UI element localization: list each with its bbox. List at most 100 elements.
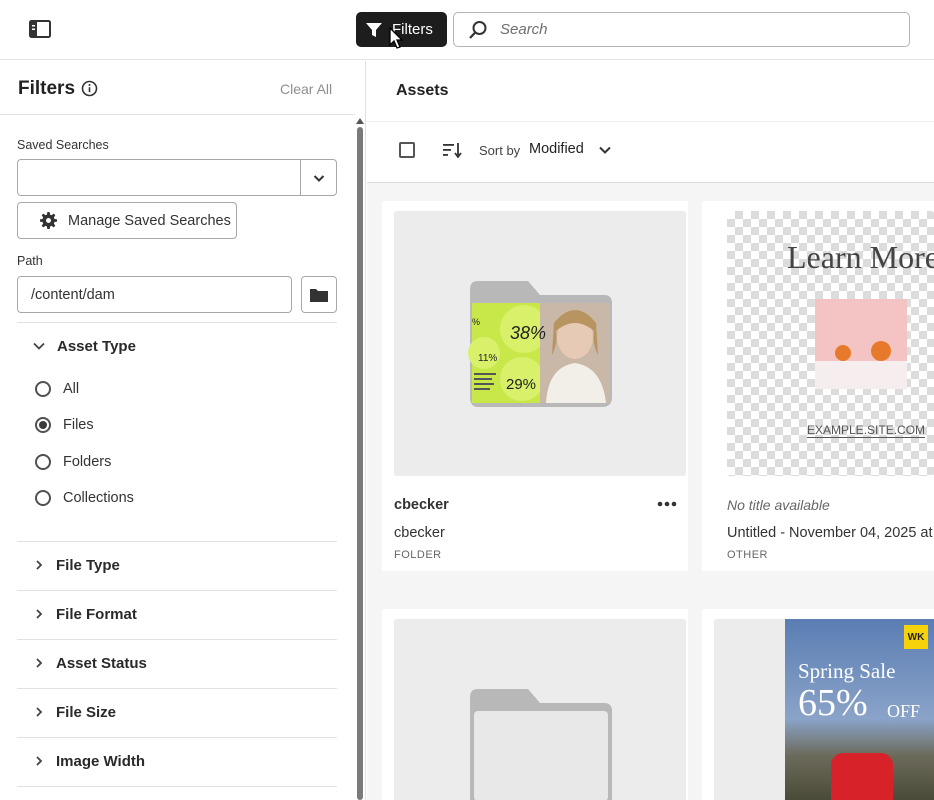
- folder-thumbnail: 38% 11% 29% %: [394, 211, 686, 476]
- image-thumbnail: Learn More: EXAMPLE.SITE.COM: [727, 211, 934, 476]
- asset-card[interactable]: WK Spring Sale 65% OFF: [702, 609, 934, 800]
- radio-folders[interactable]: Folders: [35, 450, 111, 474]
- chevron-right-icon: [36, 560, 43, 570]
- rail-toggle-icon[interactable]: [29, 20, 51, 38]
- percent-text: 11%: [478, 353, 497, 364]
- thumb-headline: Learn More:: [787, 239, 934, 275]
- sort-by-label: Sort by: [479, 143, 521, 158]
- info-icon[interactable]: [81, 80, 98, 97]
- saved-searches-dropdown[interactable]: [17, 159, 337, 196]
- sale-line2: 65%: [798, 682, 868, 724]
- divider: [17, 737, 337, 738]
- asset-status-label: Asset Status: [56, 654, 147, 672]
- radio-label: Collections: [63, 490, 134, 506]
- card-title: No title available: [727, 497, 830, 513]
- asset-grid: 38% 11% 29% % cbecker cbecker FOLDER Lea…: [367, 182, 934, 800]
- file-type-label: File Type: [56, 556, 120, 574]
- chevron-right-icon: [36, 609, 43, 619]
- asset-card[interactable]: Learn More: EXAMPLE.SITE.COM No title av…: [702, 201, 934, 571]
- divider: [17, 786, 337, 787]
- divider: [17, 590, 337, 591]
- card-subtitle: Untitled - November 04, 2025 at 10: [727, 525, 934, 541]
- divider: [17, 541, 337, 542]
- radio-button-selected[interactable]: [35, 417, 51, 433]
- top-bar: Filters: [0, 0, 934, 60]
- sort-field-picker[interactable]: Modified: [529, 141, 584, 157]
- filter-panel-title: Filters: [18, 78, 76, 99]
- asset-type-accordion[interactable]: Asset Type: [17, 324, 337, 368]
- radio-label: All: [63, 381, 80, 397]
- file-format-label: File Format: [56, 605, 137, 623]
- search-field[interactable]: [453, 12, 910, 47]
- sale-line3: OFF: [887, 701, 921, 721]
- select-all-checkbox[interactable]: [399, 142, 415, 158]
- sale-image: WK Spring Sale 65% OFF: [785, 619, 934, 800]
- dropdown-divider: [300, 160, 301, 195]
- page-title: Assets: [396, 82, 449, 99]
- asset-card[interactable]: [382, 609, 688, 800]
- chevron-right-icon: [36, 658, 43, 668]
- filter-panel-header: Filters Clear All: [0, 61, 355, 115]
- percent-text: 29%: [506, 376, 536, 393]
- path-input[interactable]: [17, 276, 292, 313]
- scroll-up-arrow[interactable]: [356, 118, 364, 124]
- asset-type-label: Asset Type: [57, 337, 136, 355]
- chevron-right-icon: [36, 756, 43, 766]
- percent-text: 38%: [510, 323, 546, 343]
- path-label: Path: [17, 254, 43, 268]
- filters-button[interactable]: Filters: [356, 12, 447, 47]
- radio-button[interactable]: [35, 381, 51, 397]
- card-title: cbecker: [394, 497, 449, 513]
- divider: [17, 688, 337, 689]
- filter-panel: Filters Clear All Saved Searches Manage …: [0, 61, 366, 800]
- browse-path-button[interactable]: [301, 276, 337, 313]
- chevron-right-icon: [36, 707, 43, 717]
- radio-collections[interactable]: Collections: [35, 486, 134, 510]
- file-format-accordion[interactable]: File Format: [17, 592, 337, 636]
- brand-badge: WK: [904, 625, 928, 649]
- radio-all[interactable]: All: [35, 377, 79, 401]
- folder-thumbnail: [394, 619, 686, 800]
- sort-order-icon[interactable]: [442, 142, 462, 158]
- image-width-label: Image Width: [56, 752, 146, 770]
- assets-main: Assets Sort by Modified 38% 11% 29% % cb…: [367, 61, 934, 800]
- divider: [17, 639, 337, 640]
- asset-card[interactable]: 38% 11% 29% % cbecker cbecker FOLDER: [382, 201, 688, 571]
- scrollbar-thumb[interactable]: [357, 127, 363, 800]
- percent-text: %: [472, 317, 480, 327]
- search-input[interactable]: [500, 21, 880, 38]
- radio-label: Files: [63, 417, 94, 433]
- folder-icon: [310, 288, 328, 302]
- filter-icon: [366, 22, 382, 37]
- gear-icon: [39, 211, 58, 230]
- search-icon: [469, 20, 487, 39]
- chevron-down-icon[interactable]: [599, 145, 611, 155]
- folder-preview-icon: [470, 689, 612, 800]
- radio-label: Folders: [63, 454, 112, 470]
- saved-searches-label: Saved Searches: [17, 138, 109, 152]
- image-thumbnail: WK Spring Sale 65% OFF: [714, 619, 934, 800]
- folder-preview-icon: 38% 11% 29% %: [468, 281, 612, 407]
- manage-saved-searches-button[interactable]: Manage Saved Searches: [17, 202, 237, 239]
- radio-button[interactable]: [35, 454, 51, 470]
- radio-files[interactable]: Files: [35, 413, 94, 437]
- manage-saved-searches-label: Manage Saved Searches: [68, 212, 231, 229]
- radio-button[interactable]: [35, 490, 51, 506]
- card-subtitle: cbecker: [394, 525, 445, 541]
- thumb-photo: [815, 299, 907, 389]
- chevron-down-icon: [313, 175, 325, 182]
- red-backpack: [831, 753, 893, 800]
- chevron-down-icon: [33, 342, 45, 350]
- clear-all-button[interactable]: Clear All: [280, 81, 332, 97]
- file-type-accordion[interactable]: File Type: [17, 543, 337, 587]
- card-type: OTHER: [727, 549, 768, 561]
- asset-status-accordion[interactable]: Asset Status: [17, 641, 337, 685]
- file-size-label: File Size: [56, 703, 117, 721]
- card-type: FOLDER: [394, 549, 442, 561]
- file-size-accordion[interactable]: File Size: [17, 690, 337, 734]
- filters-button-label: Filters: [392, 21, 433, 38]
- thumb-url: EXAMPLE.SITE.COM: [807, 423, 926, 438]
- image-width-accordion[interactable]: Image Width: [17, 739, 337, 783]
- more-actions-icon[interactable]: [657, 501, 677, 507]
- divider: [17, 322, 337, 323]
